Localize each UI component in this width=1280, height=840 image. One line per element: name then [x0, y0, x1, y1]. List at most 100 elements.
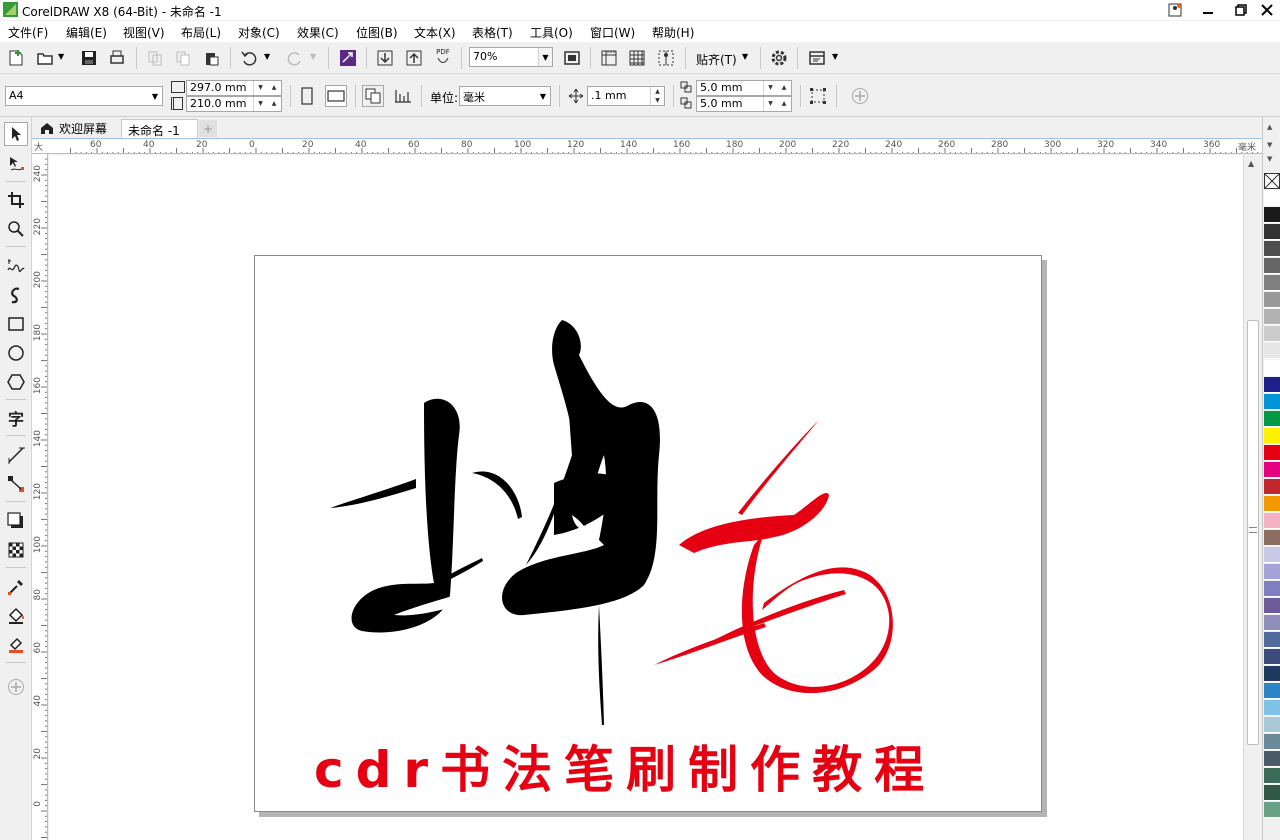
color-swatch[interactable] [1264, 768, 1280, 784]
color-swatch[interactable] [1264, 224, 1280, 240]
current-page-icon[interactable] [392, 85, 414, 107]
color-swatch[interactable] [1264, 309, 1280, 325]
redo-dropdown-chevron-down-icon[interactable]: ▼ [310, 52, 316, 61]
menu-window[interactable]: 窗口(W) [590, 24, 635, 41]
color-swatch[interactable] [1264, 598, 1280, 614]
vertical-scrollbar[interactable]: ▲ [1243, 155, 1262, 840]
print-icon[interactable] [106, 47, 128, 69]
zoom-level-select[interactable]: 70% ▼ [469, 47, 553, 67]
width-spin-down-icon[interactable]: ▼ [253, 81, 267, 95]
color-swatch[interactable] [1264, 394, 1280, 410]
open-folder-icon[interactable] [34, 47, 56, 69]
units-select[interactable]: 毫米 ▼ [459, 86, 551, 106]
color-swatch[interactable] [1264, 513, 1280, 529]
copy-icon[interactable] [172, 47, 194, 69]
color-swatch[interactable] [1264, 683, 1280, 699]
dimension-tool-icon[interactable] [4, 443, 28, 467]
snap-chevron-down-icon[interactable]: ▼ [742, 52, 748, 61]
width-spin-up-icon[interactable]: ▲ [267, 81, 281, 95]
publish-pdf-icon[interactable]: PDF [432, 46, 454, 68]
rectangle-tool-icon[interactable] [4, 312, 28, 336]
dup-x-spin-down-icon[interactable]: ▼ [763, 81, 777, 95]
color-swatch[interactable] [1264, 751, 1280, 767]
menu-object[interactable]: 对象(C) [238, 24, 280, 41]
color-swatch[interactable] [1264, 496, 1280, 512]
shape-tool-icon[interactable] [4, 152, 28, 176]
menu-text[interactable]: 文本(X) [414, 24, 456, 41]
tab-document[interactable]: 未命名 -1 [121, 119, 198, 138]
vertical-scroll-thumb[interactable] [1247, 320, 1259, 745]
save-icon[interactable] [78, 47, 100, 69]
color-swatch[interactable] [1264, 785, 1280, 801]
color-swatch[interactable] [1264, 241, 1280, 257]
color-swatch[interactable] [1264, 377, 1280, 393]
duplicate-x-input[interactable]: 5.0 mm ▼ ▲ [696, 80, 792, 96]
drop-shadow-tool-icon[interactable] [4, 509, 28, 533]
dup-y-spin-up-icon[interactable]: ▲ [777, 97, 791, 111]
vertical-ruler[interactable]: 240 220 200 180 160 140 120 100 80 60 40 20 0 [32, 154, 48, 840]
color-swatch[interactable] [1264, 292, 1280, 308]
gear-icon[interactable] [768, 47, 790, 69]
zoom-tool-magnifier-icon[interactable] [4, 217, 28, 241]
menu-bitmap[interactable]: 位图(B) [356, 24, 398, 41]
color-swatch[interactable] [1264, 530, 1280, 546]
pick-tool-pointer-icon[interactable] [4, 122, 28, 146]
color-swatch[interactable] [1264, 258, 1280, 274]
height-spin-up-icon[interactable]: ▲ [267, 97, 281, 111]
page-size-select[interactable]: A4 ▼ [5, 86, 163, 106]
paste-icon[interactable] [200, 47, 222, 69]
units-chevron-down-icon[interactable]: ▼ [536, 87, 550, 105]
color-swatch[interactable] [1264, 479, 1280, 495]
color-swatch[interactable] [1264, 275, 1280, 291]
color-swatch[interactable] [1264, 190, 1280, 206]
color-swatch[interactable] [1264, 649, 1280, 665]
new-document-icon[interactable] [5, 47, 27, 69]
color-swatch[interactable] [1264, 700, 1280, 716]
calligraphy-artwork[interactable] [254, 255, 1042, 812]
color-swatch[interactable] [1264, 581, 1280, 597]
connector-tool-icon[interactable] [4, 472, 28, 496]
add-tool-plus-icon[interactable] [4, 675, 28, 699]
menu-table[interactable]: 表格(T) [472, 24, 513, 41]
color-swatch[interactable] [1264, 666, 1280, 682]
polygon-tool-icon[interactable] [4, 370, 28, 394]
text-tool-icon[interactable]: 字 [4, 406, 28, 430]
all-pages-icon[interactable] [362, 85, 384, 107]
eyedropper-tool-icon[interactable] [4, 575, 28, 599]
color-swatch[interactable] [1264, 717, 1280, 733]
ellipse-tool-icon[interactable] [4, 341, 28, 365]
color-swatch[interactable] [1264, 615, 1280, 631]
no-color-swatch[interactable] [1264, 173, 1280, 189]
add-plus-icon[interactable] [849, 85, 871, 107]
color-swatch[interactable] [1264, 547, 1280, 563]
smart-fill-tool-icon[interactable] [4, 633, 28, 657]
height-spin-down-icon[interactable]: ▼ [253, 97, 267, 111]
color-swatch[interactable] [1264, 564, 1280, 580]
page-height-input[interactable]: 210.0 mm ▼ ▲ [186, 96, 282, 112]
color-swatch[interactable] [1264, 326, 1280, 342]
color-swatch[interactable] [1264, 734, 1280, 750]
dup-y-spin-down-icon[interactable]: ▼ [763, 97, 777, 111]
duplicate-y-input[interactable]: 5.0 mm ▼ ▲ [696, 96, 792, 112]
search-content-icon[interactable] [337, 47, 359, 69]
menu-tools[interactable]: 工具(O) [530, 24, 573, 41]
cut-icon[interactable] [144, 47, 166, 69]
palette-scroll-down-icon[interactable]: ▼ [1267, 141, 1272, 149]
interactive-fill-tool-icon[interactable] [4, 604, 28, 628]
dup-x-spin-up-icon[interactable]: ▲ [777, 81, 791, 95]
freehand-tool-icon[interactable] [4, 254, 28, 278]
show-grid-icon[interactable] [626, 47, 648, 69]
color-swatch[interactable] [1264, 632, 1280, 648]
show-guidelines-icon[interactable] [655, 47, 677, 69]
snap-to-button[interactable]: 贴齐(T) [696, 51, 737, 68]
menu-effects[interactable]: 效果(C) [297, 24, 339, 41]
color-swatch[interactable] [1264, 428, 1280, 444]
color-swatch[interactable] [1264, 411, 1280, 427]
nudge-spin-up-icon[interactable]: ▲ [650, 87, 664, 96]
menu-view[interactable]: 视图(V) [123, 24, 165, 41]
color-swatch[interactable] [1264, 343, 1280, 359]
nudge-distance-input[interactable]: .1 mm ▲ ▼ [587, 86, 665, 106]
redo-icon[interactable] [284, 47, 306, 69]
menu-layout[interactable]: 布局(L) [181, 24, 221, 41]
info-icon[interactable] [1160, 0, 1190, 20]
